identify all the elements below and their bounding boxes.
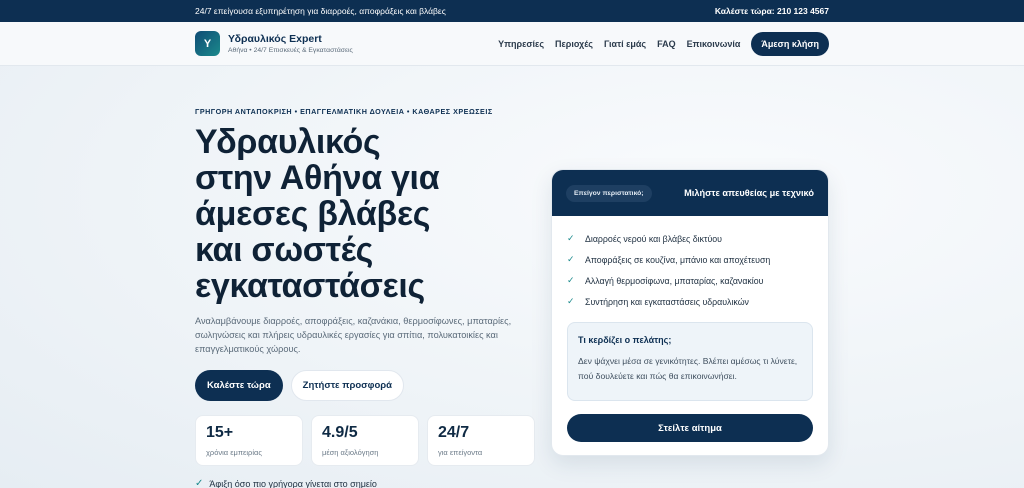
top-bar: 24/7 επείγουσα εξυπηρέτηση για διαρροές,… bbox=[0, 0, 1024, 22]
check-icon: ✓ bbox=[567, 233, 575, 243]
request-quote-button[interactable]: Ζητήστε προσφορά bbox=[290, 370, 404, 401]
call-now-nav-button[interactable]: Άμεση κλήση bbox=[751, 31, 829, 56]
contact-card-title: Μιλήστε απευθείας με τεχνικό bbox=[684, 188, 814, 198]
list-item-text: Αποφράξεις σε κουζίνα, μπάνιο και αποχέτ… bbox=[585, 254, 771, 265]
arrival-note-text: Άφιξη όσο πιο γρήγορα γίνεται στο σημείο bbox=[209, 478, 377, 488]
stats-row: 15+ χρόνια εμπειρίας 4.9/5 μέση αξιολόγη… bbox=[195, 415, 545, 466]
list-item: ✓ Διαρροές νερού και βλάβες δικτύου bbox=[567, 228, 813, 249]
hero-content: ΓΡΗΓΟΡΗ ΑΝΤΑΠΟΚΡΙΣΗ • ΕΠΑΓΓΕΛΜΑΤΙΚΗ ΔΟΥΛ… bbox=[195, 66, 545, 488]
navbar: Y Υδραυλικός Expert Αθήνα • 24/7 Επισκευ… bbox=[0, 22, 1024, 66]
stat-card-rating: 4.9/5 μέση αξιολόγηση bbox=[311, 415, 419, 466]
nav-link-contact[interactable]: Επικοινωνία bbox=[687, 39, 741, 49]
stat-value: 4.9/5 bbox=[322, 424, 358, 441]
stat-label: μέση αξιολόγηση bbox=[322, 448, 379, 457]
list-item-text: Διαρροές νερού και βλάβες δικτύου bbox=[585, 233, 722, 244]
call-now-button[interactable]: Καλέστε τώρα bbox=[195, 370, 283, 401]
list-item-text: Συντήρηση και εγκαταστάσεις υδραυλικών bbox=[585, 296, 749, 307]
headline-line: και σωστές bbox=[195, 231, 374, 269]
list-item: ✓ Αλλαγή θερμοσίφωνα, μπαταρίας, καζανακί… bbox=[567, 270, 813, 291]
list-item-text: Αλλαγή θερμοσίφωνα, μπαταρίας, καζανακίο… bbox=[585, 275, 764, 286]
benefit-text: Δεν ψάχνει μέσα σε γενικότητες. Βλέπει α… bbox=[578, 356, 798, 381]
list-item: ✓ Συντήρηση και εγκαταστάσεις υδραυλικών bbox=[567, 291, 813, 312]
brand-name: Υδραυλικός Expert bbox=[228, 33, 322, 45]
nav-link-areas[interactable]: Περιοχές bbox=[555, 39, 593, 49]
brand-subtitle: Αθήνα • 24/7 Επισκευές & Εγκαταστάσεις bbox=[228, 47, 353, 54]
stat-label: χρόνια εμπειρίας bbox=[206, 448, 262, 457]
arrival-note: ✓ Άφιξη όσο πιο γρήγορα γίνεται στο σημε… bbox=[195, 478, 545, 488]
brand[interactable]: Y Υδραυλικός Expert Αθήνα • 24/7 Επισκευ… bbox=[195, 31, 353, 56]
hero-eyebrow: ΓΡΗΓΟΡΗ ΑΝΤΑΠΟΚΡΙΣΗ • ΕΠΑΓΓΕΛΜΑΤΙΚΗ ΔΟΥΛ… bbox=[195, 107, 493, 116]
hero-description: Αναλαμβάνουμε διαρροές, αποφράξεις, καζα… bbox=[195, 316, 512, 354]
hero-section: ΓΡΗΓΟΡΗ ΑΝΤΑΠΟΚΡΙΣΗ • ΕΠΑΓΓΕΛΜΑΤΙΚΗ ΔΟΥΛ… bbox=[0, 66, 1024, 488]
top-bar-tagline: 24/7 επείγουσα εξυπηρέτηση για διαρροές,… bbox=[195, 6, 446, 16]
check-icon: ✓ bbox=[195, 478, 204, 488]
contact-card: Επείγον περιστατικό; Μιλήστε απευθείας μ… bbox=[551, 169, 829, 456]
stat-label: για επείγοντα bbox=[438, 448, 483, 457]
top-bar-phone[interactable]: Καλέστε τώρα: 210 123 4567 bbox=[715, 6, 829, 16]
stat-value: 15+ bbox=[206, 424, 234, 441]
brand-logo: Y bbox=[195, 31, 220, 56]
check-icon: ✓ bbox=[567, 254, 575, 264]
hero-headline: Υδραυλικός στην Αθήνα για άμεσες βλάβες … bbox=[195, 124, 545, 304]
nav-link-faq[interactable]: FAQ bbox=[657, 39, 676, 49]
headline-line: στην Αθήνα για bbox=[195, 159, 440, 197]
headline-line: Υδραυλικός bbox=[195, 123, 381, 161]
check-icon: ✓ bbox=[567, 296, 575, 306]
nav-link-services[interactable]: Υπηρεσίες bbox=[498, 39, 544, 49]
stat-card-experience: 15+ χρόνια εμπειρίας bbox=[195, 415, 303, 466]
customer-benefit-box: Τι κερδίζει ο πελάτης; Δεν ψάχνει μέσα σ… bbox=[567, 322, 813, 401]
nav-link-why-us[interactable]: Γιατί εμάς bbox=[604, 39, 646, 49]
stat-value: 24/7 bbox=[438, 424, 470, 441]
emergency-badge: Επείγον περιστατικό; bbox=[566, 184, 652, 202]
hero-buttons: Καλέστε τώρα Ζητήστε προσφορά bbox=[195, 370, 545, 401]
benefit-title: Τι κερδίζει ο πελάτης; bbox=[578, 335, 672, 345]
send-request-button[interactable]: Στείλτε αίτημα bbox=[567, 414, 813, 442]
main-nav: Υπηρεσίες Περιοχές Γιατί εμάς FAQ Επικοι… bbox=[498, 31, 829, 56]
check-icon: ✓ bbox=[567, 275, 575, 285]
headline-line: εγκαταστάσεις bbox=[195, 267, 425, 305]
contact-card-header: Επείγον περιστατικό; Μιλήστε απευθείας μ… bbox=[552, 170, 828, 216]
service-checklist: ✓ Διαρροές νερού και βλάβες δικτύου ✓ Αποφ… bbox=[552, 216, 828, 312]
list-item: ✓ Αποφράξεις σε κουζίνα, μπάνιο και αποχέ… bbox=[567, 249, 813, 270]
headline-line: άμεσες βλάβες bbox=[195, 195, 431, 233]
stat-card-availability: 24/7 για επείγοντα bbox=[427, 415, 535, 466]
